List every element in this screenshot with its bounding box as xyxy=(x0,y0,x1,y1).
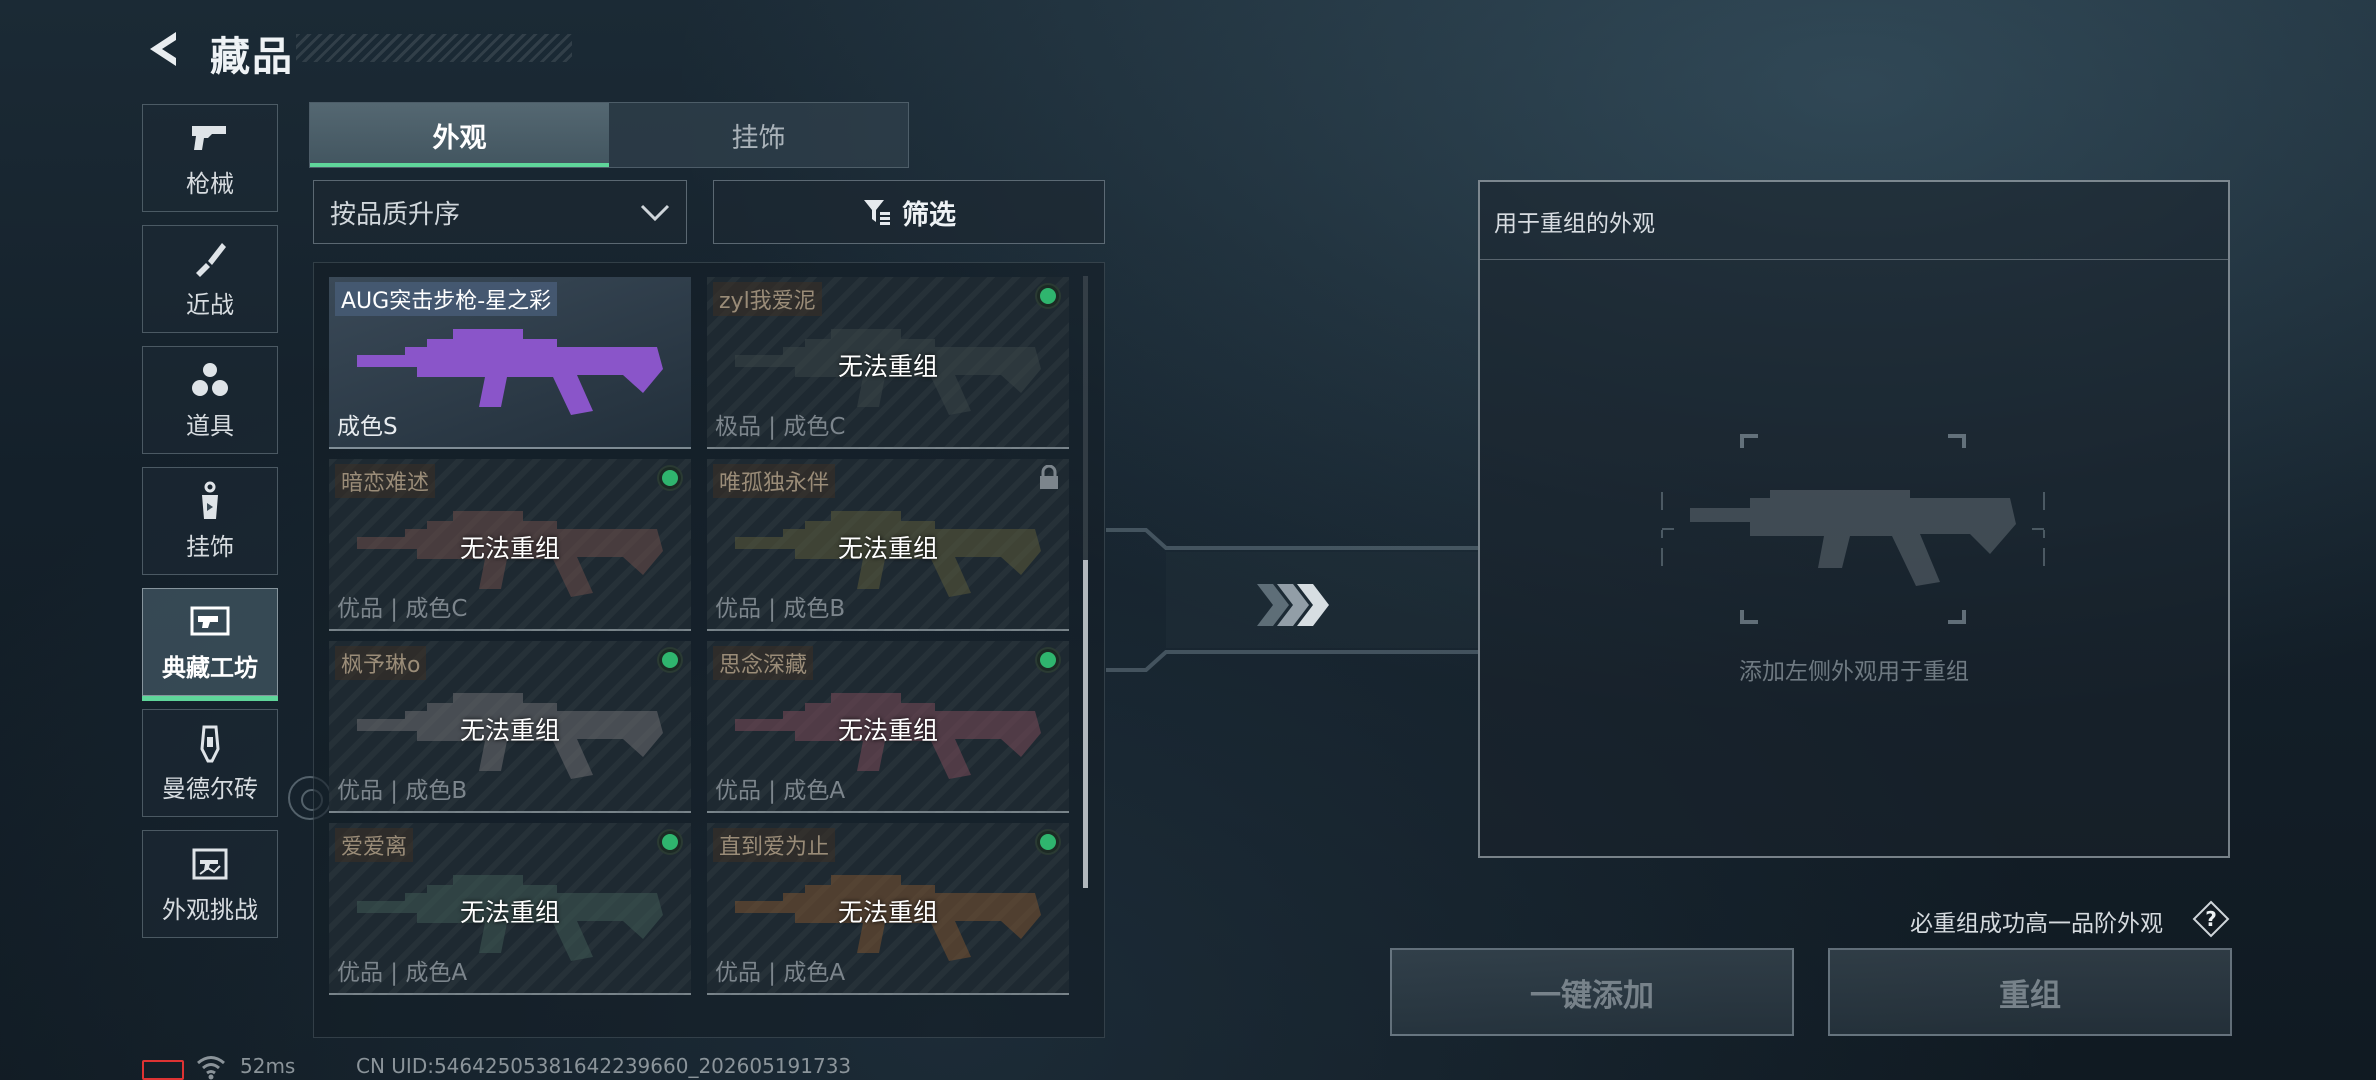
chevron-down-icon xyxy=(640,204,670,222)
nav-item-guns[interactable]: 枪械 xyxy=(142,104,278,212)
nav-item-label: 曼德尔砖 xyxy=(162,774,258,803)
rifle-skin-image xyxy=(357,329,663,415)
ping-readout: 52ms xyxy=(240,1054,296,1078)
guarantee-text: 必重组成功高一品阶外观 xyxy=(1910,911,2163,937)
skin-card-name: 枫予琳o xyxy=(335,646,427,680)
page-title: 藏品 xyxy=(210,34,294,80)
filter-button[interactable]: 筛选 xyxy=(713,180,1105,244)
status-dot-icon xyxy=(659,831,681,853)
skin-card-status: 无法重组 xyxy=(837,352,938,381)
skin-card-grade: 优品 | 成色C xyxy=(337,596,468,622)
skin-card-status: 无法重组 xyxy=(837,898,938,927)
status-dot-icon xyxy=(1037,285,1059,307)
nav-item-charms[interactable]: 挂饰 xyxy=(142,467,278,575)
title-decoration xyxy=(296,34,572,62)
skin-card-name: AUG突击步枪-星之彩 xyxy=(335,282,558,316)
recombine-hint: 添加左侧外观用于重组 xyxy=(1739,659,1969,685)
skin-card-grade: 成色S xyxy=(337,414,398,440)
skin-card-name: 唯孤独永伴 xyxy=(713,464,836,498)
recombine-panel-header: 用于重组的外观 xyxy=(1480,182,2228,260)
grenades-icon xyxy=(192,362,228,396)
nav-item-challenge[interactable]: 外观挑战 xyxy=(142,830,278,938)
skin-card[interactable]: 枫予琳o 无法重组优品 | 成色B xyxy=(329,641,691,813)
skin-card-status: 无法重组 xyxy=(459,716,560,745)
skin-card[interactable]: 唯孤独永伴无法重组优品 | 成色B xyxy=(707,459,1069,631)
recombine-panel: 用于重组的外观 添加左侧外观用于重组 xyxy=(1478,180,2230,858)
skin-card-grade: 优品 | 成色A xyxy=(715,960,846,986)
skin-card[interactable]: 爱爱离无法重组优品 | 成色A xyxy=(329,823,691,995)
skin-card-name: zyl我爱泥 xyxy=(713,282,822,316)
brick-icon xyxy=(200,725,220,762)
nav-item-label: 典藏工坊 xyxy=(162,653,258,682)
skin-card-status: 无法重组 xyxy=(837,716,938,745)
skin-card[interactable]: 直到爱为止无法重组优品 | 成色A xyxy=(707,823,1069,995)
battery-icon xyxy=(142,1060,184,1080)
skin-card-grade: 优品 | 成色A xyxy=(715,778,846,804)
skin-card[interactable]: AUG突击步枪-星之彩成色S xyxy=(329,277,691,449)
skin-card-grade: 优品 | 成色B xyxy=(715,596,846,622)
skin-card-name: 暗恋难述 xyxy=(335,464,436,498)
pistol-icon xyxy=(192,125,226,150)
back-arrow-icon[interactable] xyxy=(142,28,184,70)
knife-icon xyxy=(196,242,226,277)
wifi-icon xyxy=(197,1056,225,1080)
nav-item-items[interactable]: 道具 xyxy=(142,346,278,454)
charm-icon xyxy=(202,481,218,519)
status-dot-icon xyxy=(659,467,681,489)
skin-card[interactable]: zyl我爱泥无法重组极品 | 成色C xyxy=(707,277,1069,449)
lock-icon xyxy=(1040,465,1058,489)
skin-card-name: 直到爱为止 xyxy=(713,828,836,862)
sort-dropdown-value: 按品质升序 xyxy=(330,199,461,230)
status-dot-icon xyxy=(1037,831,1059,853)
skin-card-grade: 优品 | 成色A xyxy=(337,960,468,986)
skin-card-grade: 极品 | 成色C xyxy=(715,414,846,440)
nav-item-label: 近战 xyxy=(186,290,234,319)
nav-item-label: 外观挑战 xyxy=(162,895,258,924)
skin-card-status: 无法重组 xyxy=(837,534,938,563)
skin-grid: AUG突击步枪-星之彩 成色S zyl我爱泥 无法重组 极品 | 成色C 暗恋难述 无法重组… xyxy=(313,262,1105,1038)
challenge-icon xyxy=(192,848,228,879)
status-dot-icon xyxy=(659,649,681,671)
skin-card[interactable]: 思念深藏无法重组优品 | 成色A xyxy=(707,641,1069,813)
add-all-button[interactable]: 一键添加 xyxy=(1390,948,1794,1036)
recombine-button[interactable]: 重组 xyxy=(1828,948,2232,1036)
rifle-silhouette-icon xyxy=(1690,490,2016,586)
nav-item-workshop[interactable]: 典藏工坊 xyxy=(142,588,278,701)
nav-item-melee[interactable]: 近战 xyxy=(142,225,278,333)
grid-scrollbar-thumb[interactable] xyxy=(1083,560,1088,888)
user-uid: CN UID:5464250538164223966​0_20260519173… xyxy=(356,1054,852,1078)
skin-card-name: 爱爱离 xyxy=(335,828,414,862)
nav-item-label: 挂饰 xyxy=(186,532,234,561)
tab-charms[interactable]: 挂饰 xyxy=(609,103,908,167)
skin-card-status: 无法重组 xyxy=(459,534,560,563)
help-icon-label: ? xyxy=(2205,907,2217,931)
skin-card-status: 无法重组 xyxy=(459,898,560,927)
workshop-icon xyxy=(190,606,230,635)
skin-card-grade: 优品 | 成色B xyxy=(337,778,468,804)
sort-dropdown[interactable]: 按品质升序 xyxy=(313,180,687,244)
nav-item-label: 枪械 xyxy=(186,169,234,198)
filter-funnel-icon xyxy=(864,200,890,225)
status-dot-icon xyxy=(1037,649,1059,671)
forward-arrows-icon xyxy=(1257,584,1329,626)
skin-card[interactable]: 暗恋难述无法重组优品 | 成色C xyxy=(329,459,691,631)
tab-appearance[interactable]: 外观 xyxy=(310,103,609,167)
help-icon[interactable]: ? xyxy=(2192,900,2230,938)
tab-bar: 外观 挂饰 xyxy=(309,102,909,168)
nav-item-brick[interactable]: 曼德尔砖 xyxy=(142,709,278,817)
nav-item-label: 道具 xyxy=(186,411,234,440)
skin-card-name: 思念深藏 xyxy=(713,646,814,680)
filter-button-label: 筛选 xyxy=(902,199,956,231)
